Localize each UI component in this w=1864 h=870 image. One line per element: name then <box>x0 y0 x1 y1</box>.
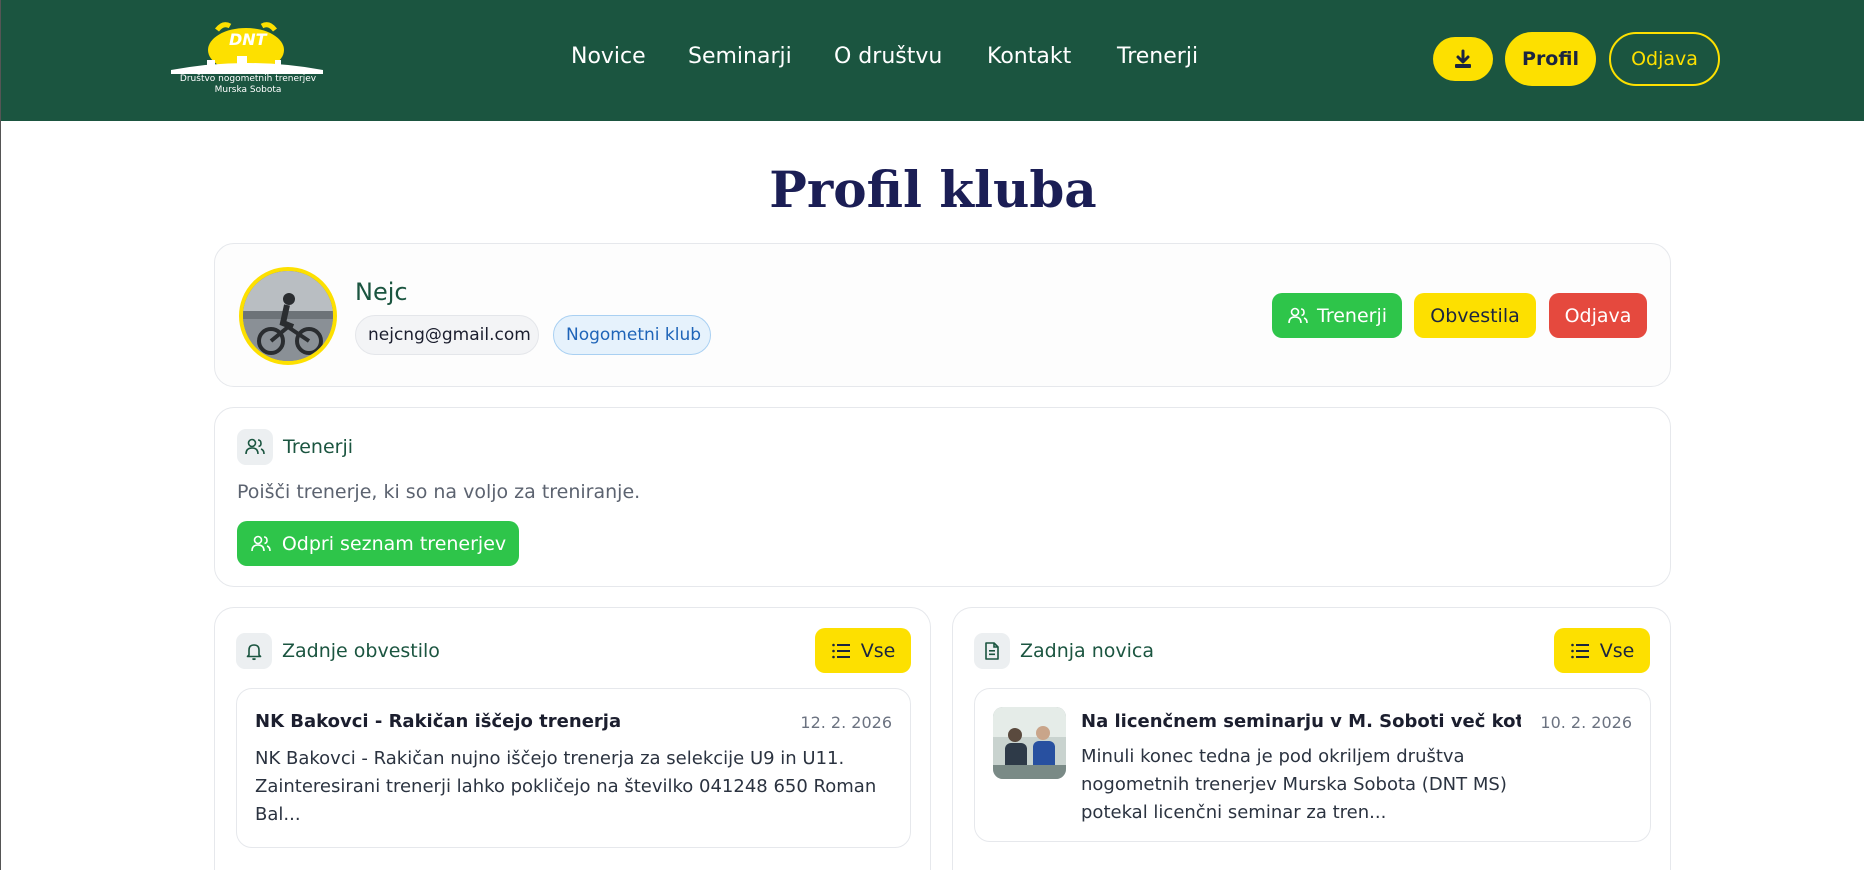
trenerji-button-label: Trenerji <box>1317 304 1387 327</box>
document-icon <box>974 633 1010 669</box>
logo-emblem <box>171 22 323 74</box>
logo-line-1: Društvo nogometnih trenerjev <box>179 74 317 84</box>
news-item-date: 10. 2. 2026 <box>1540 713 1632 732</box>
bell-icon <box>236 633 272 669</box>
notice-item[interactable]: NK Bakovci - Rakičan iščejo trenerja 12.… <box>236 688 911 848</box>
notice-item-body: NK Bakovci - Rakičan nujno iščejo trener… <box>255 748 877 825</box>
news-item-body: Minuli konec tedna je pod okriljem društ… <box>1081 746 1507 823</box>
logo[interactable]: DNT Društvo nogometnih trenerjev Murska … <box>167 20 327 98</box>
notice-item-title: NK Bakovci - Rakičan iščejo trenerja <box>255 711 622 732</box>
avatar <box>239 267 337 365</box>
news-item-title: Na licenčnem seminarju v M. Soboti več k… <box>1081 711 1521 732</box>
all-notices-button[interactable]: Vse <box>815 628 911 673</box>
trenerji-section-description: Poišči trenerje, ki so na voljo za treni… <box>237 481 641 503</box>
news-thumbnail <box>993 707 1066 779</box>
all-news-button[interactable]: Vse <box>1554 628 1650 673</box>
list-icon <box>831 643 850 658</box>
club-type-badge: Nogometni klub <box>553 315 711 355</box>
news-item[interactable]: Na licenčnem seminarju v M. Soboti več k… <box>974 688 1651 842</box>
nav-link-novice[interactable]: Novice <box>571 44 646 69</box>
profil-button[interactable]: Profil <box>1505 32 1596 86</box>
profile-name: Nejc <box>355 278 408 306</box>
page-title: Profil kluba <box>769 160 1097 219</box>
profile-card: Nejc nejcng@gmail.com Nogometni klub Tre… <box>214 243 1671 387</box>
users-icon <box>237 429 273 465</box>
open-trainers-list-label: Odpri seznam trenerjev <box>281 532 507 555</box>
users-icon <box>251 535 271 551</box>
logo-line-2: Murska Sobota <box>214 85 282 95</box>
users-icon <box>1288 307 1308 323</box>
nav-link-trenerji[interactable]: Trenerji <box>1117 44 1198 69</box>
notice-item-date: 12. 2. 2026 <box>800 713 892 732</box>
nav-link-kontakt[interactable]: Kontakt <box>987 44 1071 69</box>
nav-link-seminarji[interactable]: Seminarji <box>688 44 792 69</box>
logout-button[interactable]: Odjava <box>1609 32 1720 86</box>
all-notices-label: Vse <box>860 639 896 662</box>
latest-news-title: Zadnja novica <box>1020 640 1155 662</box>
list-icon <box>1570 643 1589 658</box>
obvestila-button[interactable]: Obvestila <box>1414 293 1536 338</box>
all-news-label: Vse <box>1599 639 1635 662</box>
top-navbar: DNT Društvo nogometnih trenerjev Murska … <box>1 0 1864 121</box>
download-icon <box>1455 49 1471 68</box>
nav-link-o-drustvu[interactable]: O društvu <box>834 44 942 69</box>
trenerji-button[interactable]: Trenerji <box>1272 293 1402 338</box>
trenerji-section-title: Trenerji <box>283 436 353 458</box>
profile-logout-button[interactable]: Odjava <box>1549 293 1647 338</box>
latest-notice-card: Zadnje obvestilo Vse NK Bakovci - Rakiča… <box>214 607 931 870</box>
open-trainers-list-button[interactable]: Odpri seznam trenerjev <box>237 521 519 566</box>
avatar-photo <box>243 271 333 361</box>
logo-abbr: DNT <box>229 30 267 49</box>
trenerji-card: Trenerji Poišči trenerje, ki so na voljo… <box>214 407 1671 587</box>
latest-news-card: Zadnja novica Vse Na licenčnem seminarju… <box>952 607 1671 870</box>
download-button[interactable] <box>1433 37 1493 81</box>
email-badge: nejcng@gmail.com <box>355 315 539 355</box>
latest-notice-title: Zadnje obvestilo <box>282 640 440 662</box>
